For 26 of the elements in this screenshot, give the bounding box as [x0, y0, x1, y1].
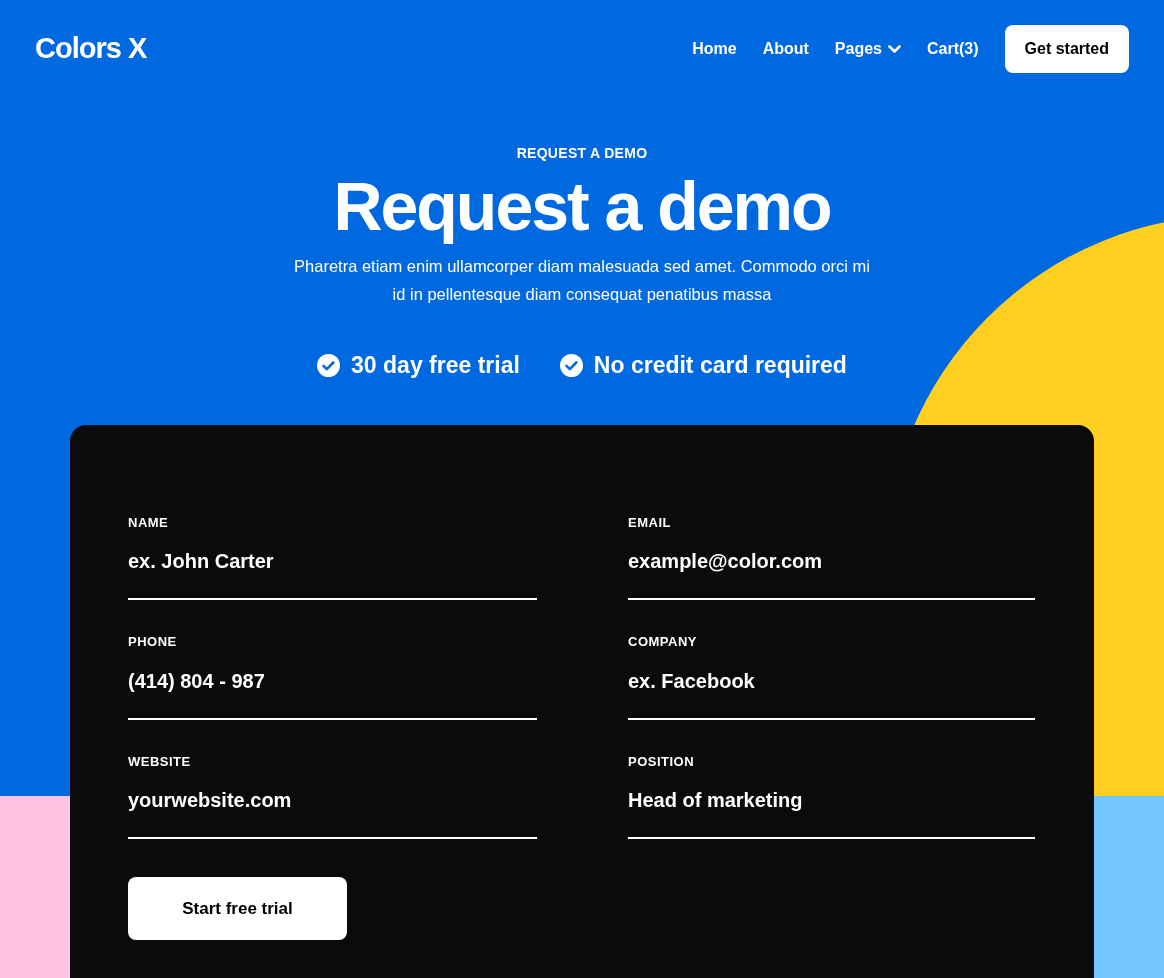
check-circle-icon: [317, 353, 341, 377]
perk-text: 30 day free trial: [351, 351, 520, 380]
start-trial-button[interactable]: Start free trial: [128, 877, 347, 940]
logo-text[interactable]: Colors X: [35, 27, 147, 71]
input-field[interactable]: Head of marketing: [628, 785, 1035, 839]
field-label: PHONE: [128, 633, 178, 651]
nav-link[interactable]: About: [762, 37, 809, 61]
chevron-down-icon: [887, 44, 901, 54]
input-field[interactable]: (414) 804 - 987: [128, 665, 537, 720]
input-field[interactable]: example@color.com: [628, 546, 1035, 600]
eyebrow-text: REQUEST A DEMO: [515, 144, 649, 163]
input-field[interactable]: ex. Facebook: [628, 665, 1035, 720]
input-field[interactable]: ex. John Carter: [128, 546, 537, 600]
input-field[interactable]: yourwebsite.com: [128, 785, 537, 839]
field-label: EMAIL: [628, 513, 672, 532]
field-label: NAME: [128, 513, 170, 532]
nav-link[interactable]: Cart(3): [926, 37, 979, 61]
subtitle-text: Pharetra etiam enim ullamcorper diam malesuada sed amet. Commodo orci mi id in pellentesque diam consequat penatibus massa: [293, 256, 871, 305]
nav-link[interactable]: Home: [692, 37, 737, 61]
get-started-button[interactable]: Get started: [1004, 25, 1129, 73]
pages-dropdown[interactable]: Pages: [834, 37, 901, 61]
field-label: WEBSITE: [128, 752, 192, 771]
field-label: POSITION: [628, 752, 696, 771]
check-circle-icon: [559, 353, 583, 377]
perk-text: No credit card required: [593, 351, 847, 380]
field-label: COMPANY: [628, 633, 698, 651]
